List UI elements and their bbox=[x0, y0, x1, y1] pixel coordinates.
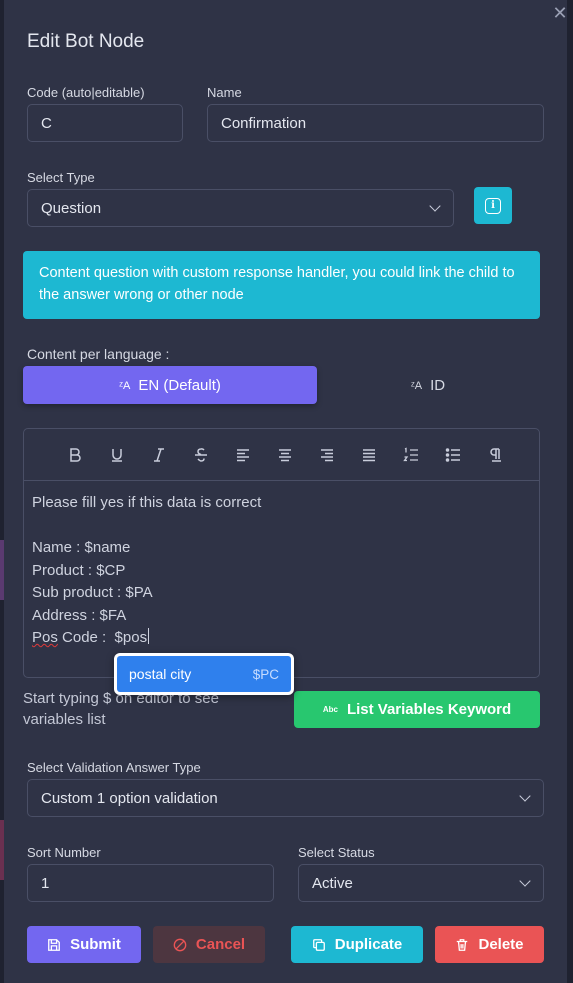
editor-line: Name : $name bbox=[32, 539, 131, 556]
editor-content[interactable]: Please fill yes if this data is correct … bbox=[24, 481, 539, 661]
type-description-alert: Content question with custom response ha… bbox=[23, 251, 540, 319]
code-label: Code (auto|editable) bbox=[27, 85, 145, 100]
editor-blank-line bbox=[32, 515, 531, 538]
align-justify-icon[interactable] bbox=[348, 440, 390, 470]
align-center-icon[interactable] bbox=[264, 440, 306, 470]
validation-label: Select Validation Answer Type bbox=[27, 760, 201, 775]
translate-icon: ᶻA bbox=[410, 380, 423, 392]
submit-button[interactable]: Submit bbox=[27, 926, 141, 963]
chevron-down-icon bbox=[519, 790, 531, 802]
language-label: Content per language : bbox=[27, 346, 170, 362]
paragraph-icon[interactable] bbox=[474, 440, 516, 470]
save-icon bbox=[48, 938, 60, 951]
info-icon: i bbox=[485, 197, 501, 214]
name-input[interactable]: Confirmation bbox=[207, 104, 544, 142]
autocomplete-item-code: $PC bbox=[252, 666, 279, 682]
delete-button[interactable]: Delete bbox=[435, 926, 544, 963]
autocomplete-item-label: postal city bbox=[129, 666, 192, 682]
chevron-down-icon bbox=[429, 200, 441, 212]
duplicate-button[interactable]: Duplicate bbox=[291, 926, 423, 963]
status-select[interactable]: Active bbox=[298, 864, 544, 902]
rich-text-editor[interactable]: Please fill yes if this data is correct … bbox=[23, 428, 540, 678]
status-select-value: Active bbox=[312, 874, 353, 892]
abc-icon: Abc bbox=[322, 705, 338, 714]
ordered-list-icon[interactable] bbox=[390, 440, 432, 470]
editor-line: Product : $CP bbox=[32, 561, 126, 579]
editor-toolbar bbox=[24, 429, 539, 481]
type-select[interactable]: Question bbox=[27, 189, 454, 227]
tab-id-label: ID bbox=[430, 376, 446, 394]
tab-en[interactable]: ᶻA EN (Default) bbox=[23, 366, 317, 404]
cancel-icon bbox=[173, 938, 187, 951]
cancel-button[interactable]: Cancel bbox=[153, 926, 265, 963]
delete-label: Delete bbox=[478, 936, 524, 953]
editor-line: Address : $FA bbox=[32, 606, 127, 624]
translate-icon: ᶻA bbox=[119, 380, 131, 392]
status-label: Select Status bbox=[298, 845, 375, 860]
text-caret bbox=[148, 628, 150, 644]
autocomplete-item[interactable]: postal city $PC bbox=[117, 656, 291, 692]
editor-line: Sub product : $PA bbox=[32, 584, 153, 601]
tab-en-label: EN (Default) bbox=[138, 376, 221, 394]
copy-icon bbox=[312, 938, 325, 951]
editor-line-rest: Code : $pos bbox=[57, 629, 148, 646]
tab-id[interactable]: ᶻA ID bbox=[316, 366, 540, 404]
cancel-label: Cancel bbox=[195, 936, 246, 953]
validation-select-value: Custom 1 option validation bbox=[41, 789, 218, 807]
list-variables-label: List Variables Keyword bbox=[346, 701, 512, 718]
info-button[interactable]: i bbox=[474, 187, 512, 224]
close-icon[interactable]: ✕ bbox=[551, 4, 569, 22]
modal-title: Edit Bot Node bbox=[27, 31, 145, 52]
type-select-value: Question bbox=[41, 199, 102, 217]
editor-line: Pos Code : $pos bbox=[32, 627, 531, 650]
align-right-icon[interactable] bbox=[306, 440, 348, 470]
sort-label: Sort Number bbox=[27, 845, 101, 860]
chevron-down-icon bbox=[519, 875, 531, 887]
code-input[interactable]: C bbox=[27, 104, 183, 142]
submit-label: Submit bbox=[70, 936, 121, 953]
unordered-list-icon[interactable] bbox=[432, 440, 474, 470]
strikethrough-icon[interactable] bbox=[180, 440, 222, 470]
sort-number-input[interactable]: 1 bbox=[27, 864, 274, 902]
type-label: Select Type bbox=[27, 170, 95, 185]
list-variables-button[interactable]: Abc List Variables Keyword bbox=[294, 691, 540, 728]
spellcheck-word: Pos bbox=[32, 629, 58, 646]
bold-icon[interactable] bbox=[54, 440, 96, 470]
duplicate-label: Duplicate bbox=[334, 936, 403, 953]
name-label: Name bbox=[207, 85, 242, 100]
italic-icon[interactable] bbox=[138, 440, 180, 470]
editor-line: Please fill yes if this data is correct bbox=[32, 494, 262, 511]
trash-icon bbox=[457, 938, 468, 951]
align-left-icon[interactable] bbox=[222, 440, 264, 470]
validation-select[interactable]: Custom 1 option validation bbox=[27, 779, 544, 817]
autocomplete-popup: postal city $PC bbox=[114, 653, 294, 695]
underline-icon[interactable] bbox=[96, 440, 138, 470]
